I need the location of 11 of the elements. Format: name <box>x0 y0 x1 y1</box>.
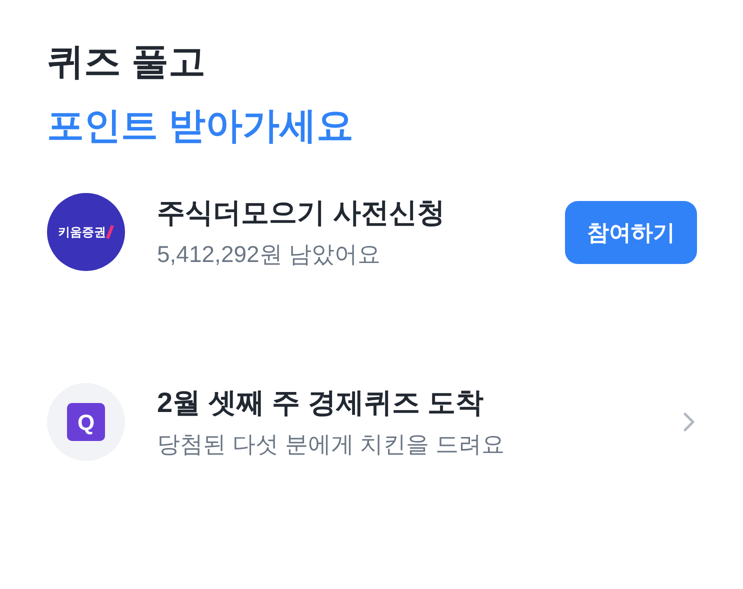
item-subtitle: 5,412,292원 남았어요 <box>157 240 382 269</box>
quiz-logo: Q <box>67 403 105 441</box>
chevron-right-icon[interactable] <box>683 412 695 432</box>
logo-text: 키움증권 <box>58 224 106 241</box>
heading-line: 포인트 받아가세요 <box>47 104 354 148</box>
heading-line: 퀴즈 풀고 <box>47 40 206 84</box>
item-subtitle: 당첨된 다섯 분에게 치킨을 드려요 <box>157 430 506 459</box>
item-title: 주식더모으기 사전신청 <box>157 196 446 230</box>
join-button[interactable]: 참여하기 <box>565 200 697 264</box>
item-title: 2월 셋째 주 경제퀴즈 도착 <box>157 386 485 420</box>
slash-mark-icon <box>106 225 114 239</box>
